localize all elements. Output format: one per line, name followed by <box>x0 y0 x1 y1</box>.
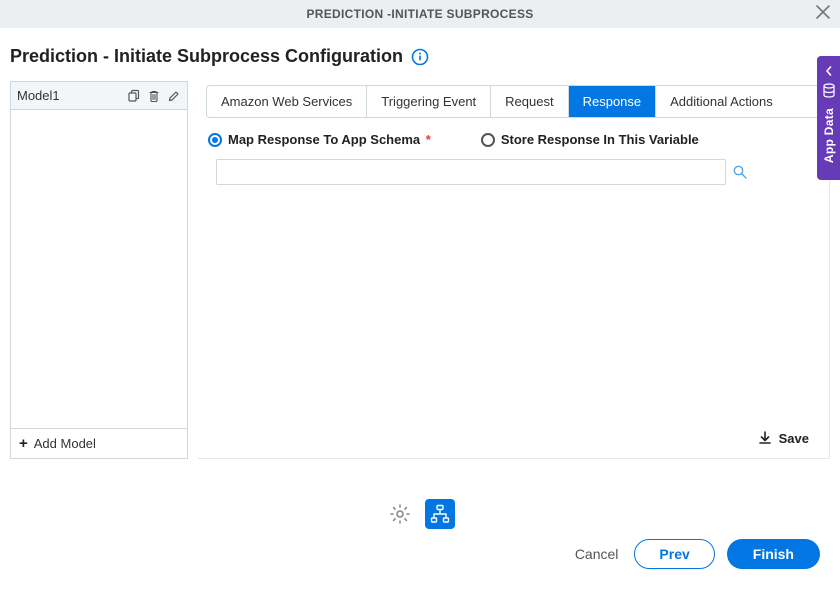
info-icon[interactable] <box>411 48 429 66</box>
radio-unchecked-icon <box>481 133 495 147</box>
tab-aws[interactable]: Amazon Web Services <box>207 86 367 117</box>
radio-map-schema[interactable]: Map Response To App Schema * <box>208 132 431 147</box>
model-name: Model1 <box>17 88 127 103</box>
tab-request[interactable]: Request <box>491 86 568 117</box>
model-item[interactable]: Model1 <box>11 82 187 110</box>
copy-icon[interactable] <box>127 89 141 103</box>
radio-store-variable-label: Store Response In This Variable <box>501 132 699 147</box>
add-model-label: Add Model <box>34 436 96 451</box>
plus-icon: + <box>19 435 28 452</box>
radio-checked-icon <box>208 133 222 147</box>
dialog-title: PREDICTION -INITIATE SUBPROCESS <box>0 7 840 21</box>
page-title: Prediction - Initiate Subprocess Configu… <box>10 46 403 67</box>
edit-icon[interactable] <box>167 89 181 103</box>
app-data-side-tab[interactable]: App Data <box>817 56 840 180</box>
footer-buttons: Cancel Prev Finish <box>0 539 840 583</box>
tab-response[interactable]: Response <box>569 86 657 117</box>
side-tab-label: App Data <box>822 108 836 163</box>
trash-icon[interactable] <box>147 89 161 103</box>
database-icon <box>822 83 836 102</box>
gear-icon[interactable] <box>385 499 415 529</box>
save-button[interactable]: Save <box>198 430 829 458</box>
save-label: Save <box>779 431 809 446</box>
finish-button[interactable]: Finish <box>727 539 820 569</box>
model-list-empty <box>11 110 187 428</box>
close-icon[interactable] <box>816 4 830 22</box>
prev-button[interactable]: Prev <box>634 539 714 569</box>
radio-map-schema-label: Map Response To App Schema * <box>228 132 431 147</box>
content-panel: Amazon Web Services Triggering Event Req… <box>198 81 830 459</box>
add-model-button[interactable]: + Add Model <box>11 428 187 458</box>
main-area: Model1 + Add Model Amazon Web Services T <box>0 81 840 459</box>
schema-input[interactable] <box>216 159 726 185</box>
chevron-left-icon <box>824 64 834 79</box>
page-title-row: Prediction - Initiate Subprocess Configu… <box>0 28 840 81</box>
model-list: Model1 + Add Model <box>10 81 188 459</box>
radio-store-variable[interactable]: Store Response In This Variable <box>481 132 699 147</box>
content-spacer <box>198 185 829 430</box>
flow-icon[interactable] <box>425 499 455 529</box>
response-radio-row: Map Response To App Schema * Store Respo… <box>198 118 829 155</box>
footer-toolbar <box>0 459 840 539</box>
tab-additional-actions[interactable]: Additional Actions <box>656 86 787 117</box>
schema-input-row <box>198 155 829 185</box>
cancel-button[interactable]: Cancel <box>571 540 623 568</box>
dialog-header: PREDICTION -INITIATE SUBPROCESS <box>0 0 840 28</box>
tab-bar: Amazon Web Services Triggering Event Req… <box>206 85 821 118</box>
model-actions <box>127 89 181 103</box>
search-icon[interactable] <box>732 164 748 180</box>
tab-triggering-event[interactable]: Triggering Event <box>367 86 491 117</box>
